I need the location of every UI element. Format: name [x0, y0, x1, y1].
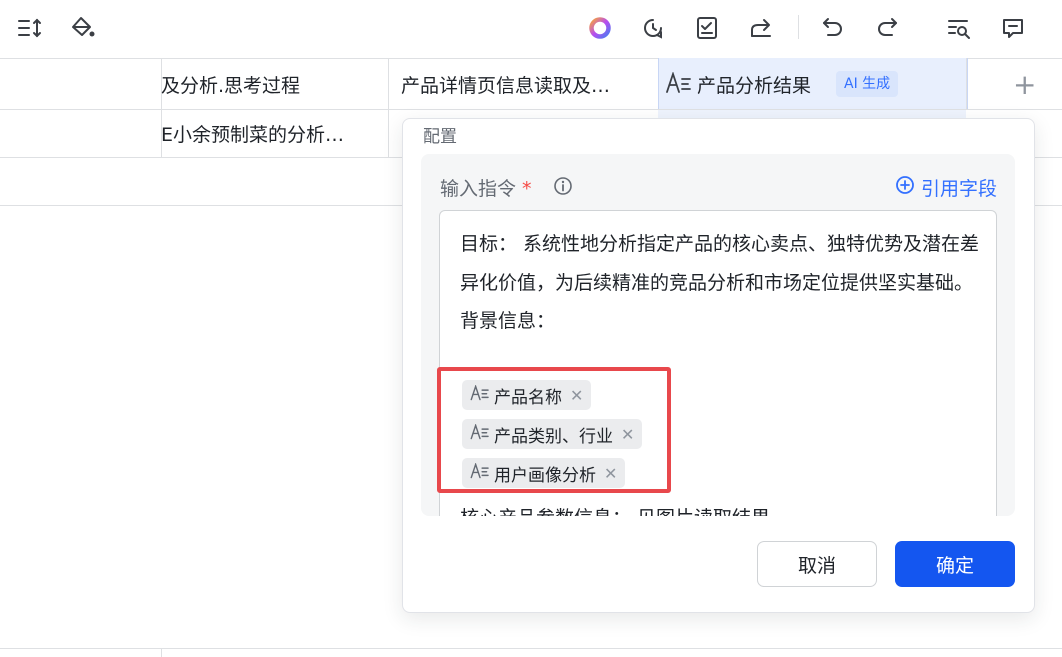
confirm-button[interactable]: 确定	[895, 541, 1015, 587]
grid-line	[0, 648, 1062, 649]
plus-circle-icon	[895, 175, 915, 200]
grid-line	[0, 109, 1062, 110]
highlight-annotation-box	[437, 367, 671, 493]
prompt-background-text: 背景信息：	[460, 310, 556, 332]
paint-bucket-icon[interactable]	[67, 12, 99, 44]
ai-ring-icon[interactable]	[584, 12, 616, 44]
grid-line	[161, 648, 162, 657]
add-column-icon[interactable]: +	[1013, 68, 1036, 101]
prompt-goal-text: 目标： 系统性地分析指定产品的核心卖点、独特优势及潜在差异化价值，为后续精准的竞…	[460, 233, 980, 294]
history-icon[interactable]	[637, 12, 669, 44]
toolbar	[0, 0, 1062, 59]
cancel-button[interactable]: 取消	[757, 541, 877, 587]
reference-field-button[interactable]: 引用字段	[895, 174, 997, 201]
config-panel: 配置 输入指令 * 引用字段 目标： 系统性地分析指定产品的核心卖点、独特优势及潜…	[402, 118, 1035, 613]
instruction-text[interactable]: 目标： 系统性地分析指定产品的核心卖点、独特优势及潜在差异化价值，为后续精准的竞…	[460, 225, 980, 341]
share-icon[interactable]	[745, 12, 777, 44]
panel-title: 配置	[423, 127, 457, 147]
grid-line	[388, 58, 389, 157]
column-header-analysis-result[interactable]: 产品分析结果	[697, 71, 811, 98]
info-icon[interactable]	[553, 176, 573, 200]
undo-icon[interactable]	[817, 12, 849, 44]
text-field-icon	[666, 71, 692, 98]
ai-generated-badge: AI 生成	[836, 71, 899, 97]
comment-icon[interactable]	[997, 12, 1029, 44]
cell-thinking[interactable]: E小余预制菜的分析…	[161, 120, 383, 147]
required-mark: *	[522, 178, 532, 200]
column-header-thinking[interactable]: 及分析.思考过程	[161, 71, 383, 98]
grid-line	[966, 58, 967, 109]
reference-field-label: 引用字段	[920, 178, 997, 200]
column-header-detail-read[interactable]: 产品详情页信息读取及…	[401, 71, 651, 98]
prompt-params-text: 核心产品参数信息： 见图片读取结果	[460, 503, 770, 516]
redo-icon[interactable]	[871, 12, 903, 44]
sort-icon[interactable]	[14, 12, 46, 44]
instruction-label-text: 输入指令	[440, 178, 517, 200]
instruction-label: 输入指令 *	[440, 174, 532, 201]
toolbar-separator	[798, 15, 799, 39]
checklist-icon[interactable]	[691, 12, 723, 44]
search-list-icon[interactable]	[943, 12, 975, 44]
